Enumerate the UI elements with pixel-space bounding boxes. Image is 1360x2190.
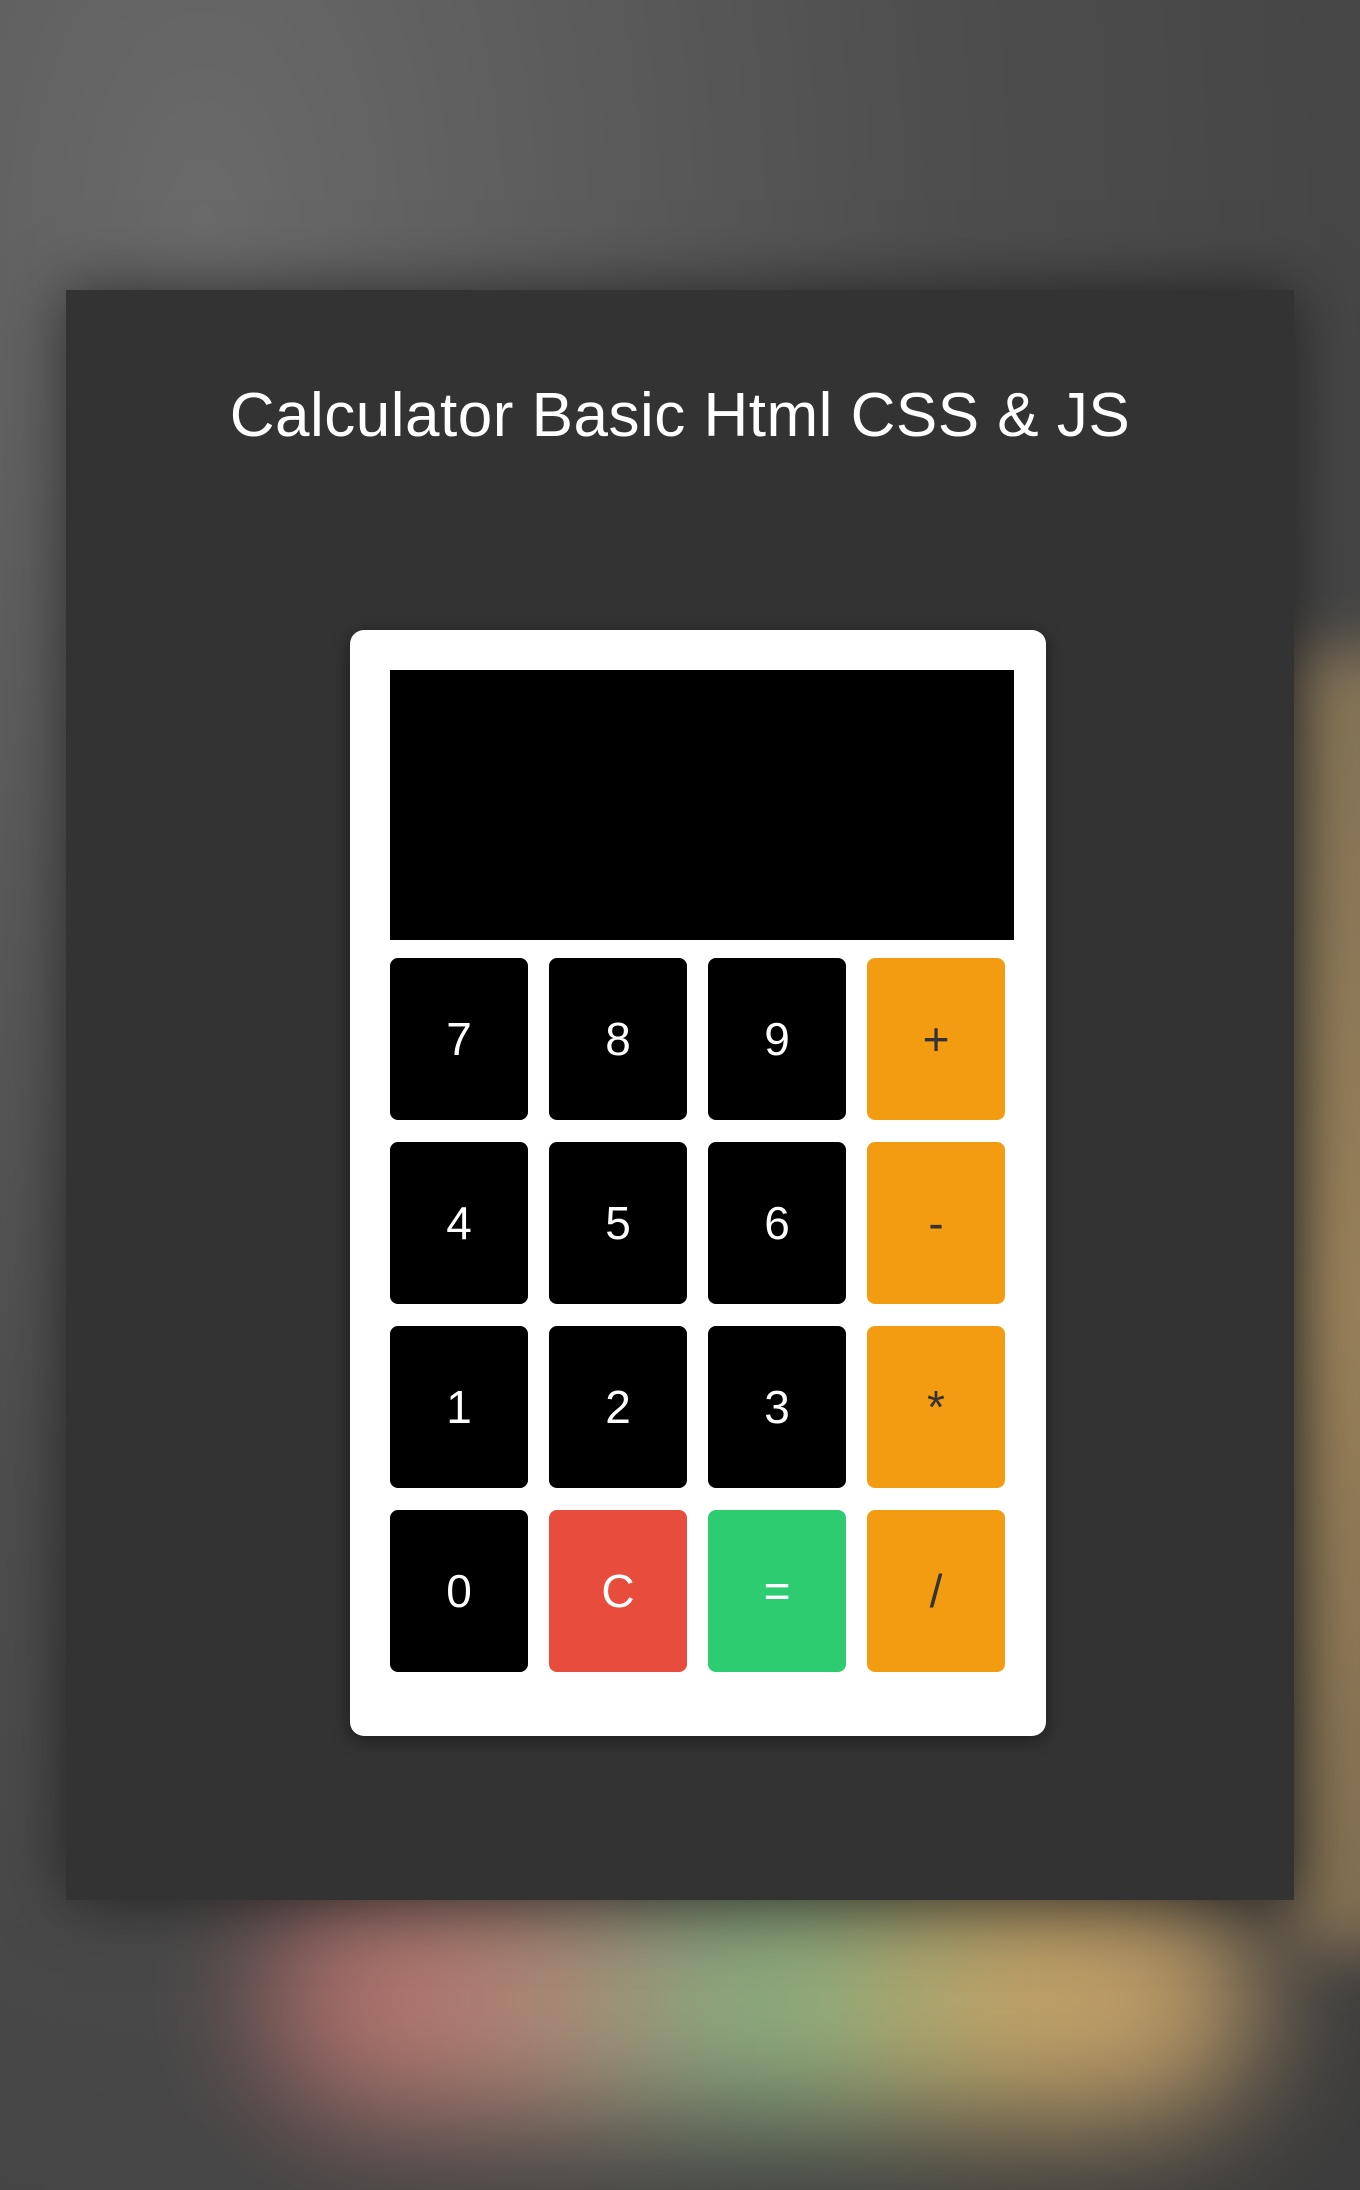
calculator: 7 8 9 + 4 5 6 - 1 2 3 * 0 C = / [350, 630, 1046, 1736]
side-glow [1290, 650, 1360, 1950]
color-glow [260, 1880, 1260, 2120]
key-0[interactable]: 0 [390, 1510, 528, 1672]
page-title: Calculator Basic Html CSS & JS [229, 381, 1131, 450]
calculator-display [390, 670, 1014, 940]
key-4[interactable]: 4 [390, 1142, 528, 1304]
page-window: Calculator Basic Html CSS & JS 7 8 9 + 4… [66, 290, 1294, 1900]
key-1[interactable]: 1 [390, 1326, 528, 1488]
key-2[interactable]: 2 [549, 1326, 687, 1488]
key-7[interactable]: 7 [390, 958, 528, 1120]
key-clear[interactable]: C [549, 1510, 687, 1672]
key-8[interactable]: 8 [549, 958, 687, 1120]
key-9[interactable]: 9 [708, 958, 846, 1120]
key-multiply[interactable]: * [867, 1326, 1005, 1488]
key-plus[interactable]: + [867, 958, 1005, 1120]
key-5[interactable]: 5 [549, 1142, 687, 1304]
key-3[interactable]: 3 [708, 1326, 846, 1488]
key-6[interactable]: 6 [708, 1142, 846, 1304]
keypad: 7 8 9 + 4 5 6 - 1 2 3 * 0 C = / [390, 958, 1010, 1672]
key-divide[interactable]: / [867, 1510, 1005, 1672]
key-minus[interactable]: - [867, 1142, 1005, 1304]
key-equals[interactable]: = [708, 1510, 846, 1672]
